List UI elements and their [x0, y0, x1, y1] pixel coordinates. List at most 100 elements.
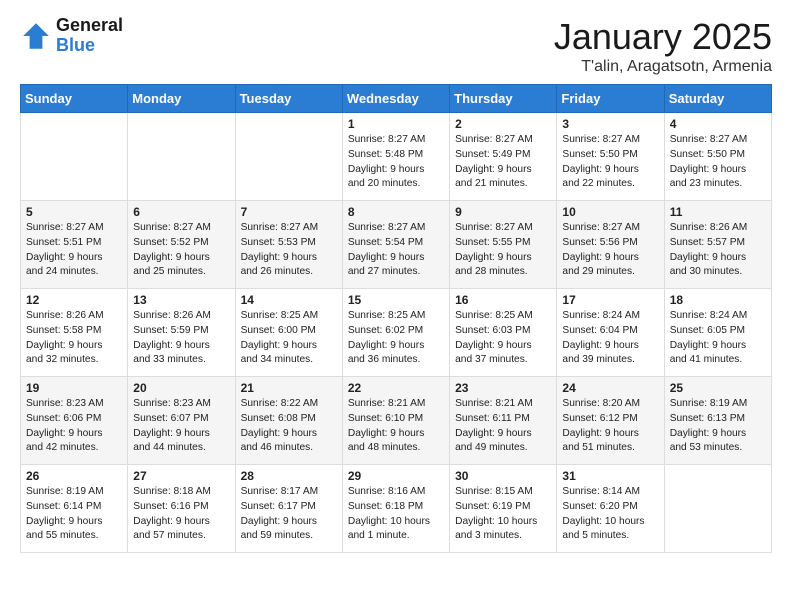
calendar-table: SundayMondayTuesdayWednesdayThursdayFrid… — [20, 84, 772, 553]
calendar-day-cell: 23 Sunrise: 8:21 AM Sunset: 6:11 PM Dayli… — [450, 377, 557, 465]
calendar-day-cell: 18Sunrise: 8:24 AM Sunset: 6:05 PM Dayli… — [664, 289, 771, 377]
day-info: Sunrise: 8:16 AM Sunset: 6:18 PM Dayligh… — [348, 485, 444, 544]
day-number: 21 — [241, 381, 337, 395]
day-number: 5 — [26, 205, 122, 219]
calendar-day-cell: 1 Sunrise: 8:27 AM Sunset: 5:48 PM Daylig… — [342, 113, 449, 201]
location-title: T'alin, Aragatsotn, Armenia — [554, 58, 772, 76]
day-info: Sunrise: 8:22 AM Sunset: 6:08 PM Dayligh… — [241, 397, 337, 456]
day-number: 25 — [670, 381, 766, 395]
calendar-day-cell: 28Sunrise: 8:17 AM Sunset: 6:17 PM Dayli… — [235, 465, 342, 553]
calendar-day-cell: 11Sunrise: 8:26 AM Sunset: 5:57 PM Dayli… — [664, 201, 771, 289]
calendar-day-cell: 5 Sunrise: 8:27 AM Sunset: 5:51 PM Daylig… — [21, 201, 128, 289]
calendar-week-row: 5 Sunrise: 8:27 AM Sunset: 5:51 PM Daylig… — [21, 201, 772, 289]
calendar-day-cell: 7 Sunrise: 8:27 AM Sunset: 5:53 PM Daylig… — [235, 201, 342, 289]
calendar-week-row: 1 Sunrise: 8:27 AM Sunset: 5:48 PM Daylig… — [21, 113, 772, 201]
day-info: Sunrise: 8:27 AM Sunset: 5:50 PM Dayligh… — [670, 133, 766, 192]
day-info: Sunrise: 8:19 AM Sunset: 6:13 PM Dayligh… — [670, 397, 766, 456]
day-number: 12 — [26, 293, 122, 307]
calendar-day-cell: 31 Sunrise: 8:14 AM Sunset: 6:20 PM Dayli… — [557, 465, 664, 553]
calendar-day-cell: 19 Sunrise: 8:23 AM Sunset: 6:06 PM Dayli… — [21, 377, 128, 465]
weekday-header-cell: Tuesday — [235, 85, 342, 113]
day-number: 27 — [133, 469, 229, 483]
day-number: 26 — [26, 469, 122, 483]
calendar-week-row: 12 Sunrise: 8:26 AM Sunset: 5:58 PM Dayli… — [21, 289, 772, 377]
weekday-header-cell: Friday — [557, 85, 664, 113]
logo: General Blue — [20, 16, 123, 56]
day-info: Sunrise: 8:27 AM Sunset: 5:48 PM Dayligh… — [348, 133, 444, 192]
calendar-day-cell: 16 Sunrise: 8:25 AM Sunset: 6:03 PM Dayli… — [450, 289, 557, 377]
day-number: 24 — [562, 381, 658, 395]
calendar-day-cell: 30 Sunrise: 8:15 AM Sunset: 6:19 PM Dayli… — [450, 465, 557, 553]
day-number: 7 — [241, 205, 337, 219]
day-number: 17 — [562, 293, 658, 307]
day-info: Sunrise: 8:15 AM Sunset: 6:19 PM Dayligh… — [455, 485, 551, 544]
calendar-day-cell — [21, 113, 128, 201]
weekday-header-cell: Wednesday — [342, 85, 449, 113]
calendar-day-cell: 3Sunrise: 8:27 AM Sunset: 5:50 PM Daylig… — [557, 113, 664, 201]
calendar-day-cell: 12 Sunrise: 8:26 AM Sunset: 5:58 PM Dayli… — [21, 289, 128, 377]
calendar-day-cell — [235, 113, 342, 201]
calendar-week-row: 26 Sunrise: 8:19 AM Sunset: 6:14 PM Dayli… — [21, 465, 772, 553]
day-number: 19 — [26, 381, 122, 395]
day-info: Sunrise: 8:27 AM Sunset: 5:54 PM Dayligh… — [348, 221, 444, 280]
day-info: Sunrise: 8:20 AM Sunset: 6:12 PM Dayligh… — [562, 397, 658, 456]
calendar-day-cell: 4 Sunrise: 8:27 AM Sunset: 5:50 PM Daylig… — [664, 113, 771, 201]
calendar-day-cell: 24 Sunrise: 8:20 AM Sunset: 6:12 PM Dayli… — [557, 377, 664, 465]
day-number: 1 — [348, 117, 444, 131]
day-number: 28 — [241, 469, 337, 483]
logo-icon — [20, 20, 52, 52]
calendar-day-cell: 21 Sunrise: 8:22 AM Sunset: 6:08 PM Dayli… — [235, 377, 342, 465]
day-info: Sunrise: 8:14 AM Sunset: 6:20 PM Dayligh… — [562, 485, 658, 544]
calendar-day-cell: 6Sunrise: 8:27 AM Sunset: 5:52 PM Daylig… — [128, 201, 235, 289]
day-number: 13 — [133, 293, 229, 307]
calendar-day-cell: 26 Sunrise: 8:19 AM Sunset: 6:14 PM Dayli… — [21, 465, 128, 553]
day-info: Sunrise: 8:27 AM Sunset: 5:55 PM Dayligh… — [455, 221, 551, 280]
calendar-day-cell: 15 Sunrise: 8:25 AM Sunset: 6:02 PM Dayli… — [342, 289, 449, 377]
header-row: General Blue January 2025 T'alin, Aragat… — [20, 16, 772, 76]
logo-text: General Blue — [56, 16, 123, 56]
page: General Blue January 2025 T'alin, Aragat… — [0, 0, 792, 569]
day-info: Sunrise: 8:21 AM Sunset: 6:10 PM Dayligh… — [348, 397, 444, 456]
day-info: Sunrise: 8:27 AM Sunset: 5:52 PM Dayligh… — [133, 221, 229, 280]
day-info: Sunrise: 8:23 AM Sunset: 6:06 PM Dayligh… — [26, 397, 122, 456]
day-info: Sunrise: 8:26 AM Sunset: 5:58 PM Dayligh… — [26, 309, 122, 368]
day-number: 15 — [348, 293, 444, 307]
weekday-header-cell: Thursday — [450, 85, 557, 113]
calendar-day-cell: 20Sunrise: 8:23 AM Sunset: 6:07 PM Dayli… — [128, 377, 235, 465]
day-number: 4 — [670, 117, 766, 131]
day-number: 16 — [455, 293, 551, 307]
day-info: Sunrise: 8:26 AM Sunset: 5:59 PM Dayligh… — [133, 309, 229, 368]
day-info: Sunrise: 8:27 AM Sunset: 5:53 PM Dayligh… — [241, 221, 337, 280]
day-number: 2 — [455, 117, 551, 131]
day-info: Sunrise: 8:26 AM Sunset: 5:57 PM Dayligh… — [670, 221, 766, 280]
calendar-day-cell: 13 Sunrise: 8:26 AM Sunset: 5:59 PM Dayli… — [128, 289, 235, 377]
day-number: 14 — [241, 293, 337, 307]
weekday-header: SundayMondayTuesdayWednesdayThursdayFrid… — [21, 85, 772, 113]
calendar-day-cell — [128, 113, 235, 201]
month-title: January 2025 — [554, 16, 772, 58]
day-number: 18 — [670, 293, 766, 307]
day-info: Sunrise: 8:25 AM Sunset: 6:00 PM Dayligh… — [241, 309, 337, 368]
calendar-day-cell: 22 Sunrise: 8:21 AM Sunset: 6:10 PM Dayli… — [342, 377, 449, 465]
calendar-day-cell: 8 Sunrise: 8:27 AM Sunset: 5:54 PM Daylig… — [342, 201, 449, 289]
day-number: 10 — [562, 205, 658, 219]
day-info: Sunrise: 8:27 AM Sunset: 5:50 PM Dayligh… — [562, 133, 658, 192]
day-info: Sunrise: 8:25 AM Sunset: 6:02 PM Dayligh… — [348, 309, 444, 368]
day-info: Sunrise: 8:27 AM Sunset: 5:56 PM Dayligh… — [562, 221, 658, 280]
day-number: 22 — [348, 381, 444, 395]
day-number: 8 — [348, 205, 444, 219]
weekday-header-cell: Saturday — [664, 85, 771, 113]
day-info: Sunrise: 8:19 AM Sunset: 6:14 PM Dayligh… — [26, 485, 122, 544]
calendar-day-cell: 25 Sunrise: 8:19 AM Sunset: 6:13 PM Dayli… — [664, 377, 771, 465]
calendar-day-cell: 27Sunrise: 8:18 AM Sunset: 6:16 PM Dayli… — [128, 465, 235, 553]
day-number: 31 — [562, 469, 658, 483]
day-info: Sunrise: 8:27 AM Sunset: 5:51 PM Dayligh… — [26, 221, 122, 280]
day-number: 23 — [455, 381, 551, 395]
day-info: Sunrise: 8:25 AM Sunset: 6:03 PM Dayligh… — [455, 309, 551, 368]
calendar-day-cell: 14 Sunrise: 8:25 AM Sunset: 6:00 PM Dayli… — [235, 289, 342, 377]
day-number: 29 — [348, 469, 444, 483]
day-info: Sunrise: 8:21 AM Sunset: 6:11 PM Dayligh… — [455, 397, 551, 456]
calendar-day-cell — [664, 465, 771, 553]
day-number: 30 — [455, 469, 551, 483]
day-info: Sunrise: 8:23 AM Sunset: 6:07 PM Dayligh… — [133, 397, 229, 456]
